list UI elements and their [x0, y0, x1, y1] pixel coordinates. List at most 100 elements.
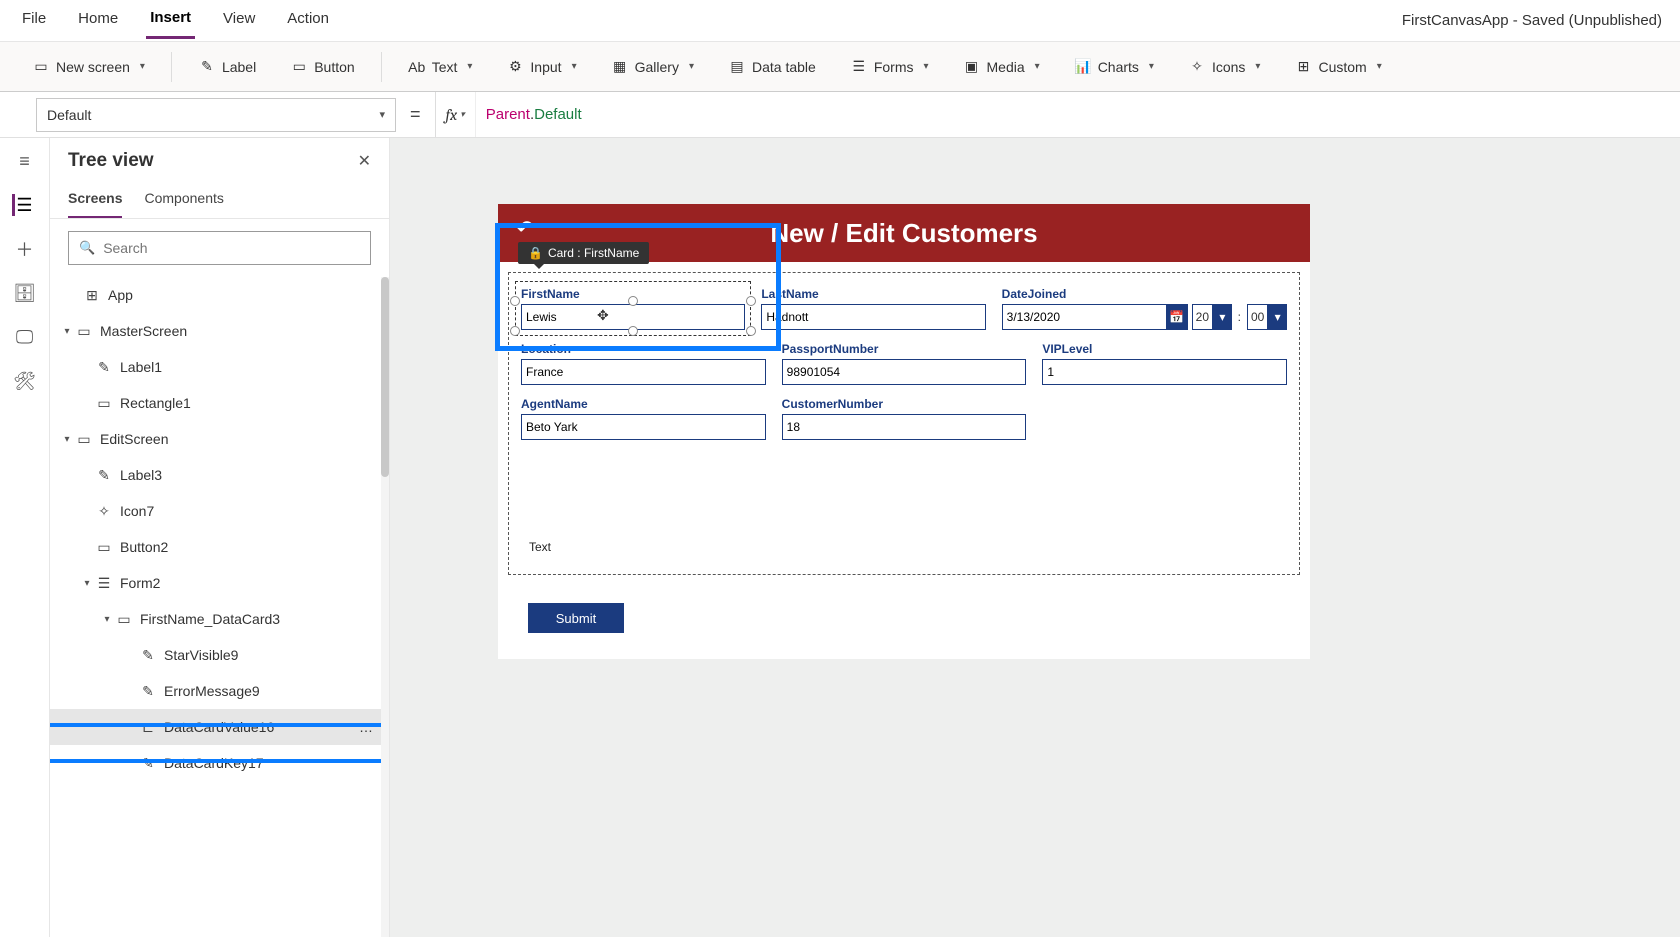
ribbon-gallery[interactable]: ▦ Gallery: [603, 52, 702, 82]
tree-search[interactable]: 🔍: [68, 231, 371, 265]
firstname-label: FirstName: [521, 287, 745, 301]
tree-label3[interactable]: ✎ Label3: [50, 457, 389, 493]
tree-scrollbar[interactable]: [381, 277, 389, 937]
rail-data[interactable]: 🗄: [14, 282, 36, 304]
tree-button2[interactable]: ▭ Button2: [50, 529, 389, 565]
ribbon-button[interactable]: ▭ Button: [282, 52, 362, 82]
tree-label1[interactable]: ✎ Label1: [50, 349, 389, 385]
tree-rectangle1[interactable]: ▭ Rectangle1: [50, 385, 389, 421]
tab-components[interactable]: Components: [144, 184, 223, 218]
custnum-input[interactable]: [782, 414, 1027, 440]
tree-label: DataCardKey17: [164, 755, 264, 771]
tree-masterscreen[interactable]: ▾▭ MasterScreen: [50, 313, 389, 349]
fx-dropdown[interactable]: fx: [436, 106, 475, 124]
card-vip[interactable]: VIPLevel: [1042, 342, 1287, 385]
location-input[interactable]: [521, 359, 766, 385]
card-passport[interactable]: PassportNumber: [782, 342, 1027, 385]
tree-datacardkey17[interactable]: ✎ DataCardKey17: [50, 745, 389, 781]
ribbon-custom[interactable]: ⊞ Custom: [1286, 52, 1389, 82]
card-custnum[interactable]: CustomerNumber: [782, 397, 1027, 440]
ribbon-forms[interactable]: ☰ Forms: [842, 52, 937, 82]
formula-input[interactable]: Parent.Default: [475, 92, 592, 137]
hour-dropdown[interactable]: 20▾: [1192, 304, 1232, 330]
rail-advanced[interactable]: 🛠: [14, 370, 36, 392]
input-icon: ⚙: [506, 58, 524, 76]
ribbon-input[interactable]: ⚙ Input: [498, 52, 584, 82]
lock-icon: 🔒: [528, 246, 543, 260]
ribbon-charts[interactable]: 📊 Charts: [1066, 52, 1162, 82]
tree-title: Tree view: [68, 150, 154, 172]
vip-input[interactable]: [1042, 359, 1287, 385]
gallery-icon: ▦: [611, 58, 629, 76]
menu-home[interactable]: Home: [74, 4, 122, 37]
tree-app[interactable]: ⊞ App: [50, 277, 389, 313]
property-selector[interactable]: Default: [36, 98, 396, 132]
search-icon: 🔍: [79, 240, 95, 256]
card-firstname[interactable]: FirstName ✥: [521, 287, 745, 330]
card-datejoined[interactable]: DateJoined 📅 20▾ : 00▾: [1002, 287, 1287, 330]
tree-editscreen[interactable]: ▾▭ EditScreen: [50, 421, 389, 457]
agent-input[interactable]: [521, 414, 766, 440]
ribbon-new-screen[interactable]: ▭ New screen: [24, 52, 153, 82]
icon-icon: ✧: [94, 503, 114, 520]
tree-form2[interactable]: ▾☰ Form2: [50, 565, 389, 601]
canvas[interactable]: ↶ New / Edit Customers FirstName: [390, 138, 1680, 937]
ribbon-charts-label: Charts: [1098, 59, 1139, 75]
menu-insert[interactable]: Insert: [146, 3, 195, 39]
menu-view[interactable]: View: [219, 4, 259, 37]
tree-label: Icon7: [120, 503, 154, 519]
ribbon-icons[interactable]: ✧ Icons: [1180, 52, 1269, 82]
firstname-input[interactable]: [521, 304, 745, 330]
minute-value: 00: [1247, 304, 1268, 330]
location-label: Location: [521, 342, 766, 356]
submit-button[interactable]: Submit: [528, 603, 624, 633]
equals-sign: =: [410, 104, 421, 125]
calendar-icon[interactable]: 📅: [1166, 304, 1188, 330]
text-icon: Ab: [408, 58, 426, 76]
screen-icon: ▭: [74, 431, 94, 448]
more-icon[interactable]: …: [359, 719, 373, 735]
chevron-down-icon: ▾: [1268, 304, 1287, 330]
tree-scrollbar-thumb[interactable]: [381, 277, 389, 477]
ribbon-label-text: Label: [222, 59, 256, 75]
ribbon-media[interactable]: ▣ Media: [955, 52, 1048, 82]
card-location[interactable]: Location: [521, 342, 766, 385]
handle[interactable]: [746, 326, 756, 336]
text-placeholder: Text: [529, 540, 1299, 554]
datejoined-input[interactable]: [1002, 304, 1166, 330]
lastname-input[interactable]: [761, 304, 985, 330]
card-agent[interactable]: AgentName: [521, 397, 766, 440]
property-name: Default: [47, 107, 91, 123]
close-icon[interactable]: ✕: [358, 151, 371, 171]
icons-icon: ✧: [1188, 58, 1206, 76]
ribbon-input-label: Input: [530, 59, 561, 75]
tab-screens[interactable]: Screens: [68, 184, 122, 218]
passport-input[interactable]: [782, 359, 1027, 385]
lastname-label: LastName: [761, 287, 985, 301]
rail-media[interactable]: 🖵: [14, 326, 36, 348]
handle[interactable]: [746, 296, 756, 306]
tree-label: StarVisible9: [164, 647, 238, 663]
card-lastname[interactable]: LastName: [761, 287, 985, 330]
ribbon-label[interactable]: ✎ Label: [190, 52, 264, 82]
search-input[interactable]: [103, 240, 360, 256]
handle[interactable]: [510, 296, 520, 306]
tree-starvisible9[interactable]: ✎ StarVisible9: [50, 637, 389, 673]
tree-label: EditScreen: [100, 431, 168, 447]
tree-icon7[interactable]: ✧ Icon7: [50, 493, 389, 529]
rail-hamburger[interactable]: ≡: [14, 150, 36, 172]
forms-icon: ☰: [850, 58, 868, 76]
handle[interactable]: [510, 326, 520, 336]
tree-firstname-datacard[interactable]: ▾▭ FirstName_DataCard3: [50, 601, 389, 637]
minute-dropdown[interactable]: 00▾: [1247, 304, 1287, 330]
rail-insert[interactable]: ＋: [14, 238, 36, 260]
rail-tree-view[interactable]: ☰: [12, 194, 34, 216]
tree-datacardvalue16[interactable]: ⊏ DataCardValue16 …: [50, 709, 389, 745]
ribbon-data-table[interactable]: ▤ Data table: [720, 52, 824, 82]
menu-action[interactable]: Action: [283, 4, 333, 37]
ribbon-text[interactable]: Ab Text: [400, 52, 481, 82]
tree-errormessage9[interactable]: ✎ ErrorMessage9: [50, 673, 389, 709]
back-arrow-icon[interactable]: ↶: [516, 216, 534, 242]
formula-bar: Default = fx Parent.Default: [0, 92, 1680, 138]
menu-file[interactable]: File: [18, 4, 50, 37]
